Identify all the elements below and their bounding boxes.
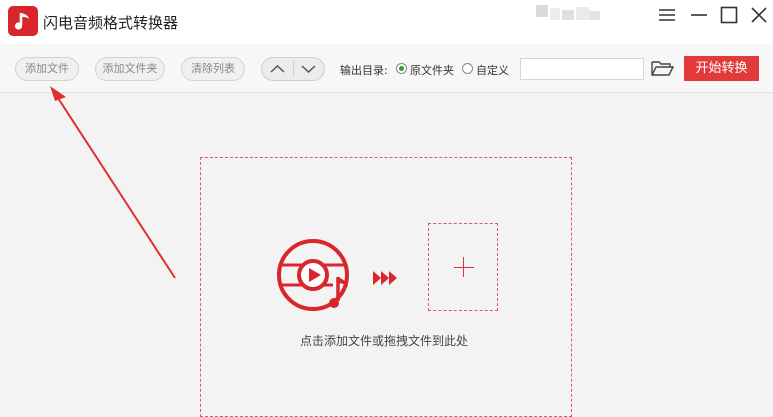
move-buttons	[261, 57, 325, 81]
move-down-button[interactable]	[293, 58, 324, 80]
add-file-button[interactable]: 添加文件	[15, 57, 79, 81]
minimize-icon[interactable]	[688, 4, 710, 26]
menu-icon[interactable]	[656, 4, 678, 26]
user-avatar-blurred[interactable]	[532, 5, 602, 23]
move-up-button[interactable]	[262, 58, 293, 80]
app-title: 闪电音频格式转换器	[43, 14, 179, 32]
radio-original-folder-label[interactable]: 原文件夹	[410, 62, 454, 78]
output-path-input[interactable]	[520, 58, 644, 80]
close-icon[interactable]	[748, 4, 770, 26]
plus-icon	[454, 267, 474, 268]
add-folder-button[interactable]: 添加文件夹	[95, 57, 165, 81]
folder-open-icon[interactable]	[650, 58, 675, 78]
title-bar: 闪电音频格式转换器	[0, 0, 773, 44]
fast-forward-icon	[372, 268, 398, 288]
radio-custom[interactable]	[462, 63, 473, 74]
start-convert-button[interactable]: 开始转换	[684, 56, 759, 81]
maximize-icon[interactable]	[718, 4, 740, 26]
add-file-box[interactable]	[428, 223, 498, 311]
app-logo-icon	[8, 6, 38, 36]
plus-icon	[463, 257, 464, 277]
toolbar: 添加文件 添加文件夹 清除列表 输出目录: 原文件夹 自定义 开始转换	[0, 44, 773, 93]
output-dir-label: 输出目录:	[340, 64, 388, 77]
clear-list-button[interactable]: 清除列表	[181, 57, 245, 81]
music-disc-icon	[275, 239, 355, 311]
radio-original-folder[interactable]	[396, 63, 407, 74]
chevron-up-icon	[270, 64, 285, 73]
chevron-down-icon	[301, 65, 316, 74]
radio-custom-label[interactable]: 自定义	[476, 62, 509, 78]
drop-hint-text: 点击添加文件或拖拽文件到此处	[300, 334, 469, 348]
